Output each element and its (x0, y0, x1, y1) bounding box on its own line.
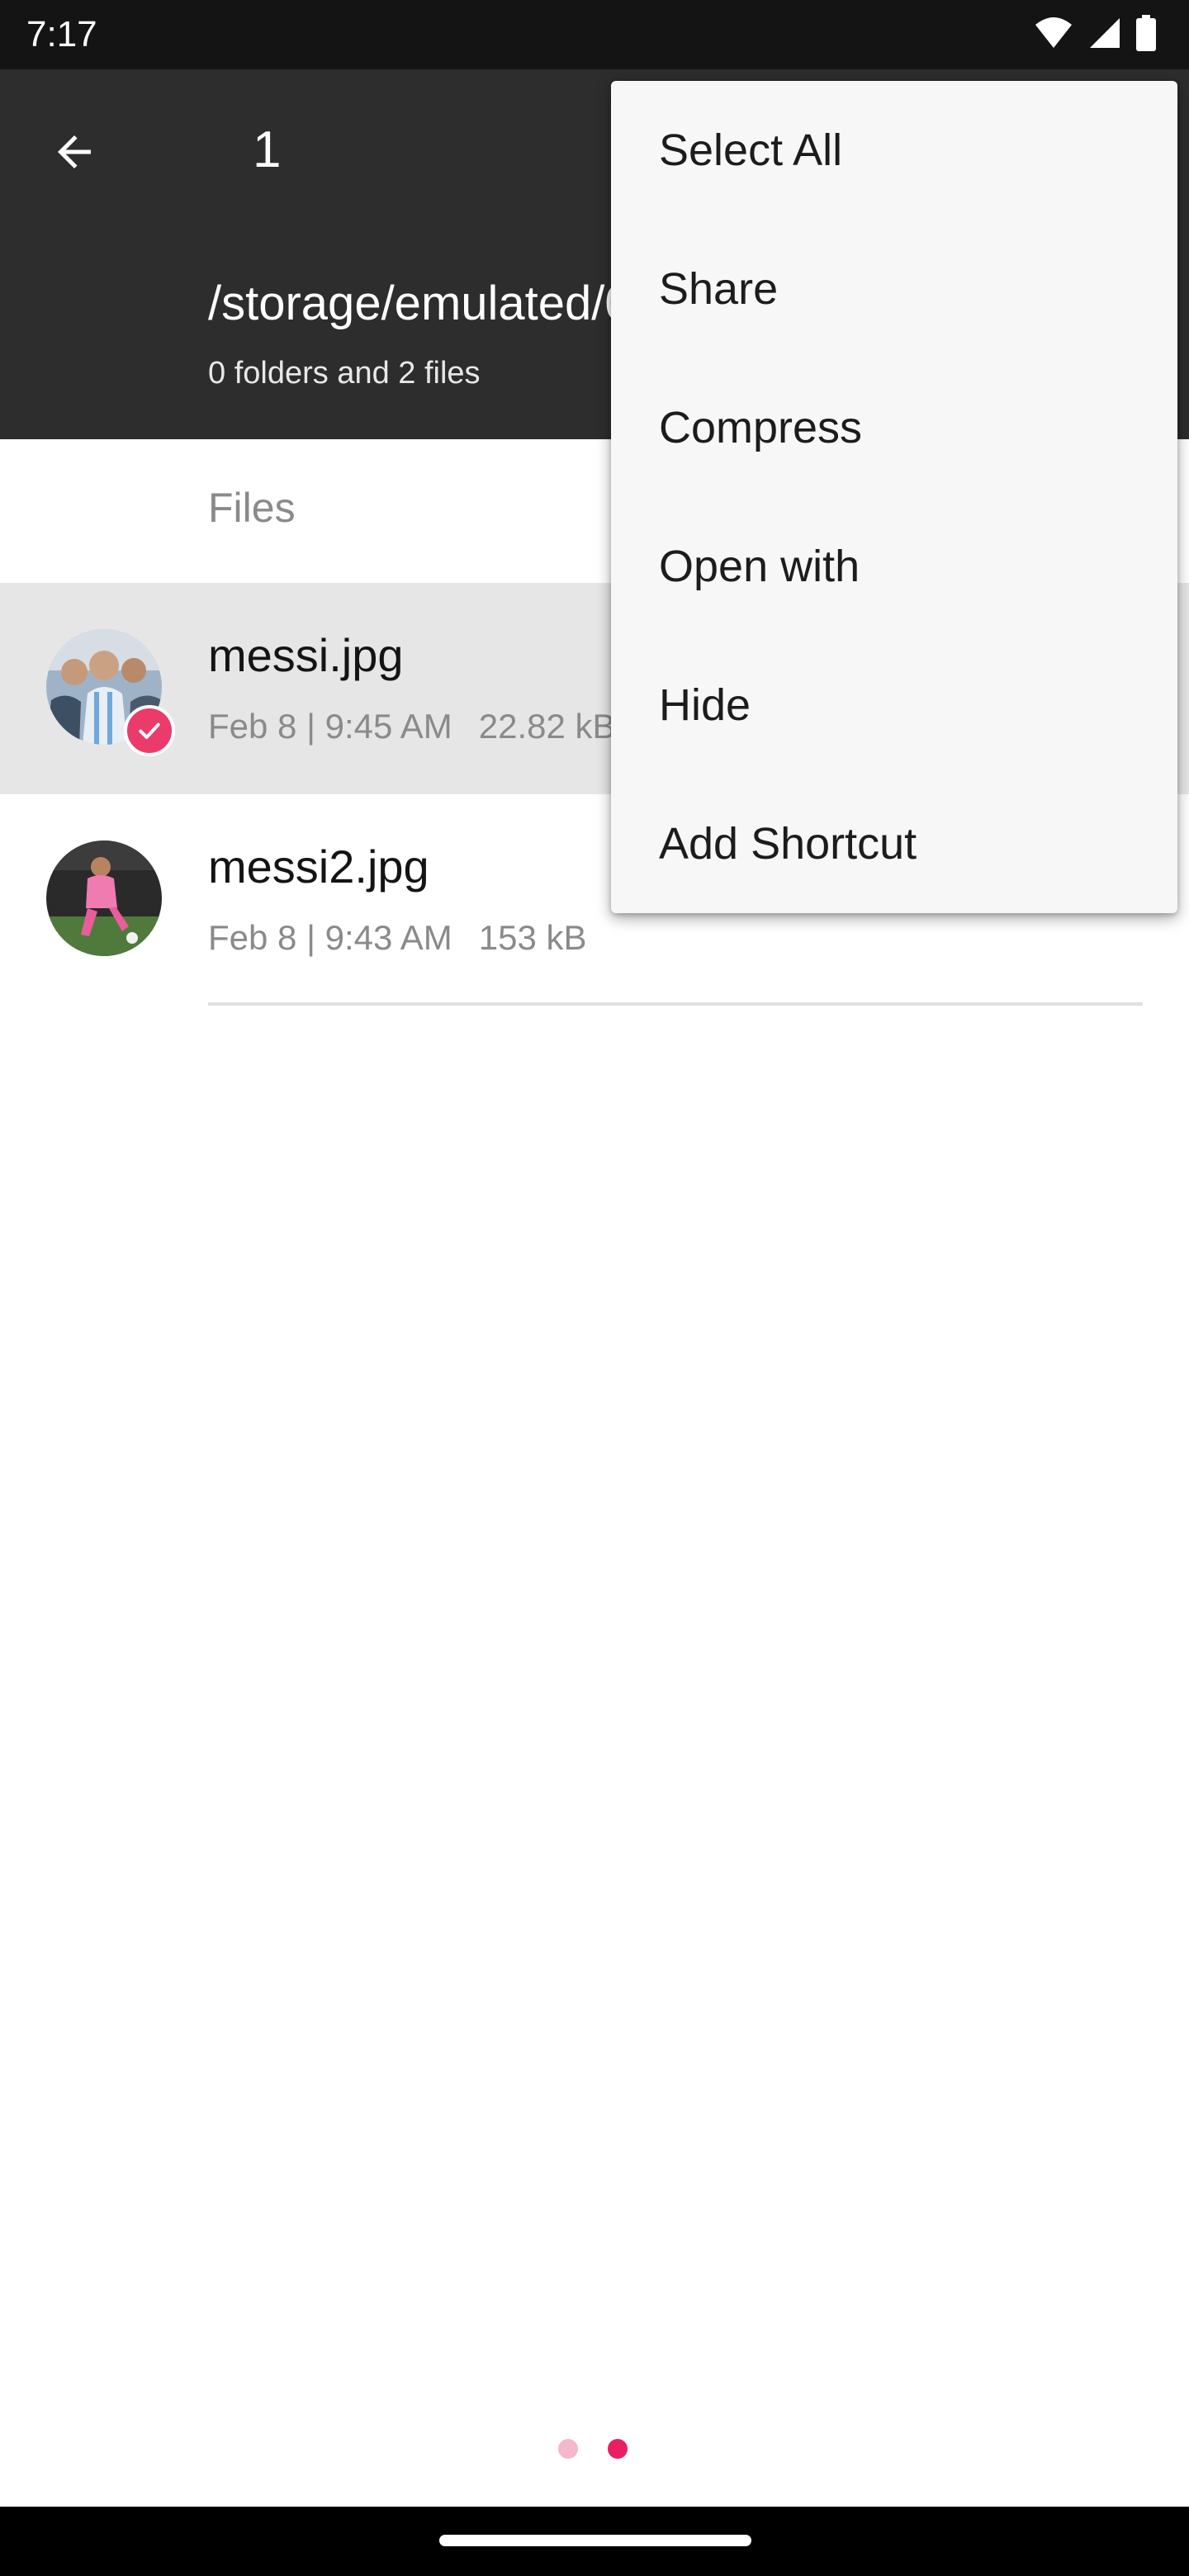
status-bar: 7:17 (0, 0, 1189, 69)
file-name: messi2.jpg (208, 841, 429, 893)
file-date: Feb 8 | 9:43 AM (208, 918, 452, 957)
menu-item-compress[interactable]: Compress (611, 358, 1177, 497)
signal-icon (1088, 17, 1121, 54)
menu-item-select-all[interactable]: Select All (611, 81, 1177, 220)
selected-check-icon (124, 705, 175, 756)
arrow-left-icon (50, 127, 99, 181)
menu-item-add-shortcut[interactable]: Add Shortcut (611, 774, 1177, 913)
section-header-files: Files (208, 485, 296, 531)
divider (208, 1002, 1143, 1006)
file-name: messi.jpg (208, 629, 404, 681)
menu-item-open-with[interactable]: Open with (611, 497, 1177, 636)
menu-item-share[interactable]: Share (611, 220, 1177, 358)
page-dot-1[interactable] (558, 2439, 578, 2459)
wifi-icon (1034, 17, 1073, 54)
battery-icon (1136, 14, 1156, 55)
file-thumbnail (46, 841, 162, 956)
file-size: 22.82 kB (478, 707, 616, 746)
file-meta: Feb 8 | 9:45 AM 22.82 kB (208, 702, 616, 751)
navigation-bar (0, 2507, 1189, 2576)
status-icons (1034, 13, 1156, 56)
page-indicator (558, 2439, 628, 2459)
back-button[interactable] (33, 112, 116, 195)
file-date: Feb 8 | 9:45 AM (208, 707, 452, 746)
status-time: 7:17 (26, 14, 97, 54)
path-summary: 0 folders and 2 files (208, 356, 481, 391)
overflow-menu: Select All Share Compress Open with Hide… (611, 81, 1177, 913)
menu-item-hide[interactable]: Hide (611, 636, 1177, 774)
selection-count: 1 (253, 121, 282, 178)
file-size: 153 kB (478, 918, 587, 957)
home-handle[interactable] (439, 2535, 751, 2546)
page-dot-2[interactable] (608, 2439, 628, 2459)
file-meta: Feb 8 | 9:43 AM 153 kB (208, 913, 587, 963)
